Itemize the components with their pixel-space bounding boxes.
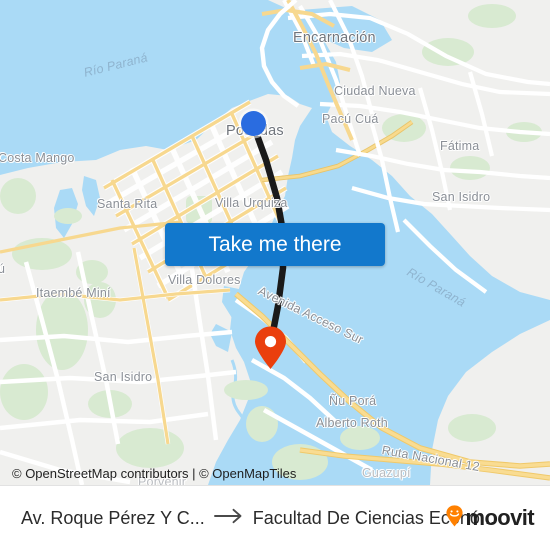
moovit-trip-screen: Río Paraná Río Paraná Encarnación Ciudad Nu… xyxy=(0,0,550,550)
trip-summary[interactable]: Av. Roque Pérez Y C... Facultad De Cienc… xyxy=(0,507,495,529)
map-canvas[interactable]: Río Paraná Río Paraná Encarnación Ciudad Nu… xyxy=(0,0,550,485)
destination-pin[interactable] xyxy=(254,326,287,370)
moovit-logo[interactable]: moovit xyxy=(446,504,550,532)
arrow-right-icon xyxy=(213,508,244,529)
start-location-marker[interactable] xyxy=(241,111,266,136)
bottom-bar: Av. Roque Pérez Y C... Facultad De Cienc… xyxy=(0,485,550,550)
origin-label: Av. Roque Pérez Y C... xyxy=(21,507,205,528)
moovit-wordmark: moovit xyxy=(465,505,534,530)
moovit-pin-icon xyxy=(446,504,464,532)
map-attribution: © OpenStreetMap contributors | © OpenMap… xyxy=(12,466,297,481)
take-me-there-button[interactable]: Take me there xyxy=(165,223,385,266)
